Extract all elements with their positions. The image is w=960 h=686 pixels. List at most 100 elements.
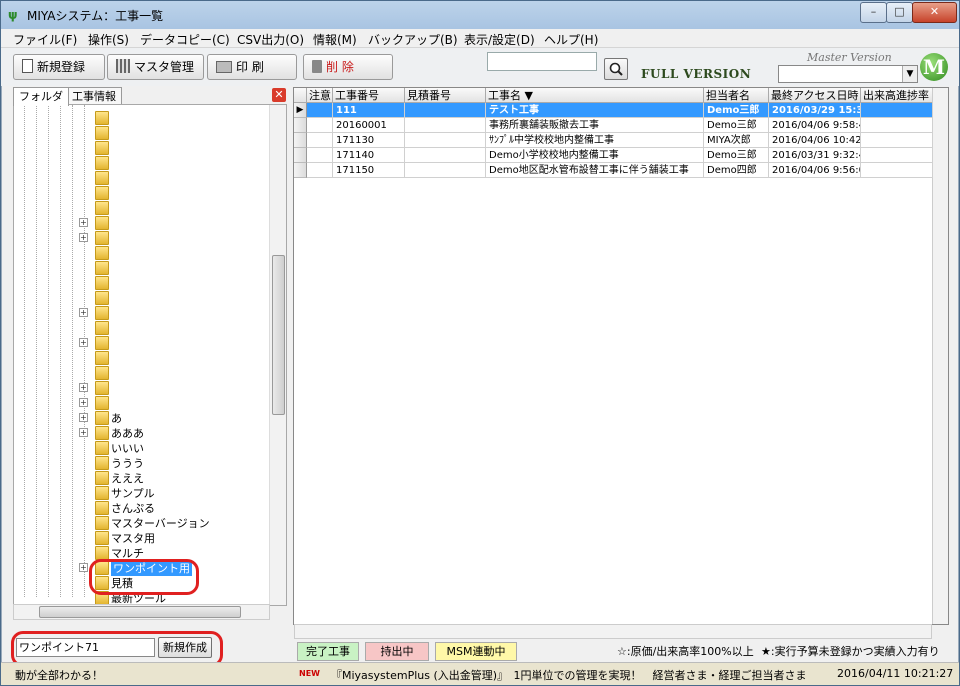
panel-close-icon[interactable]: ✕ [272, 88, 286, 102]
scroll-thumb[interactable] [272, 255, 285, 415]
column-header-construction-name[interactable]: 工事名 ▼ [486, 88, 704, 103]
cell-estimate-no[interactable] [405, 103, 486, 118]
current-row-arrow-icon[interactable]: ▶ [294, 103, 307, 118]
cell-last-access[interactable]: 2016/03/29 15:3 [769, 103, 861, 118]
column-header-progress[interactable]: 出来高進捗率 [861, 88, 933, 103]
delete-button[interactable]: 削 除 [303, 54, 393, 80]
expand-toggle-icon[interactable]: + [79, 383, 88, 392]
cell-estimate-no[interactable] [405, 133, 486, 148]
column-header-estimate-no[interactable]: 見積番号 [405, 88, 486, 103]
search-input[interactable] [487, 52, 597, 71]
legend-msm-linked: MSM連動中 [435, 642, 517, 661]
menu-view-settings[interactable]: 表示/設定(D) [464, 31, 535, 48]
cell-estimate-no[interactable] [405, 118, 486, 133]
expand-toggle-icon[interactable]: + [79, 563, 88, 572]
cell-estimate-no[interactable] [405, 148, 486, 163]
cell-person[interactable]: MIYA次郎 [704, 133, 769, 148]
cell-caution[interactable] [307, 148, 333, 163]
expand-toggle-icon[interactable]: + [79, 398, 88, 407]
cell-progress[interactable] [861, 163, 933, 178]
cell-construction-name[interactable]: Demo小学校校地内整備工事 [486, 148, 704, 163]
cell-caution[interactable] [307, 163, 333, 178]
cell-progress[interactable] [861, 118, 933, 133]
cell-construction-name[interactable]: Demo地区配水管布設替工事に伴う舗装工事 [486, 163, 704, 178]
folder-tree[interactable]: + + + + + + + あ + あああ いいい ううう えええ サンプル さんぷる マスターバージョン マス… [13, 104, 287, 606]
title-bar[interactable]: ψ MIYAシステム：工事一覧 – □ ✕ [1, 1, 959, 29]
column-header-person[interactable]: 担当者名 [704, 88, 769, 103]
column-header-construction-no[interactable]: 工事番号 [333, 88, 405, 103]
folder-icon [95, 111, 109, 125]
menu-file[interactable]: ファイル(F) [13, 31, 77, 48]
cell-estimate-no[interactable] [405, 163, 486, 178]
menu-csv-output[interactable]: CSV出力(O) [237, 31, 304, 48]
cell-caution[interactable] [307, 103, 333, 118]
cell-progress[interactable] [861, 148, 933, 163]
column-header-last-access[interactable]: 最終アクセス日時 [769, 88, 861, 103]
new-register-button[interactable]: 新規登録 [13, 54, 105, 80]
cell-person[interactable]: Demo三郎 [704, 118, 769, 133]
cell-caution[interactable] [307, 133, 333, 148]
table-horizontal-scrollbar[interactable] [294, 624, 932, 639]
minimize-button[interactable]: – [860, 2, 887, 23]
folder-icon [95, 216, 109, 230]
folder-icon [95, 126, 109, 140]
cell-construction-no[interactable]: 111 [333, 103, 405, 118]
chevron-down-icon[interactable]: ▼ [902, 66, 917, 82]
cell-construction-name[interactable]: テスト工事 [486, 103, 704, 118]
expand-toggle-icon[interactable]: + [79, 413, 88, 422]
master-management-button[interactable]: マスタ管理 [107, 54, 204, 80]
menu-backup[interactable]: バックアップ(B) [368, 31, 458, 48]
cell-construction-no[interactable]: 171130 [333, 133, 405, 148]
cell-construction-name[interactable]: ｻﾝﾌﾟﾙ中学校校地内整備工事 [486, 133, 704, 148]
cell-construction-name[interactable]: 事務所裏舗装販撤去工事 [486, 118, 704, 133]
menu-operation[interactable]: 操作(S) [88, 31, 129, 48]
cell-construction-no[interactable]: 171150 [333, 163, 405, 178]
menu-data-copy[interactable]: データコピー(C) [140, 31, 230, 48]
expand-toggle-icon[interactable]: + [79, 218, 88, 227]
cell-construction-no[interactable]: 171140 [333, 148, 405, 163]
row-header[interactable] [294, 118, 307, 133]
close-button[interactable]: ✕ [912, 2, 957, 23]
cell-last-access[interactable]: 2016/04/06 9:56:04 [769, 163, 861, 178]
folder-panel: フォルダ 工事情報 ✕ + + + + + + + あ + あああ いいい ううう えええ サンプル さんぷ… [11, 87, 289, 632]
row-header[interactable] [294, 133, 307, 148]
search-button[interactable] [604, 58, 628, 80]
cell-progress[interactable] [861, 103, 933, 118]
cell-construction-no[interactable]: 20160001 [333, 118, 405, 133]
scroll-thumb[interactable] [39, 606, 241, 618]
expand-toggle-icon[interactable]: + [79, 338, 88, 347]
tab-folder[interactable]: フォルダ [13, 87, 69, 106]
status-ticker: 『MiyasystemPlus (入出金管理)』 1円単位での管理を実現！ 経営… [331, 669, 807, 682]
print-button[interactable]: 印 刷 [207, 54, 297, 80]
menu-help[interactable]: ヘルプ(H) [544, 31, 598, 48]
legend-taken-out: 持出中 [365, 642, 429, 661]
version-select[interactable]: ▼ [778, 65, 918, 83]
maximize-button[interactable]: □ [886, 2, 913, 23]
menu-info[interactable]: 情報(M) [313, 31, 357, 48]
new-badge: NEW [299, 669, 320, 678]
folder-icon [95, 156, 109, 170]
print-label: 印 刷 [236, 60, 264, 74]
cell-last-access[interactable]: 2016/04/06 9:58:48 [769, 118, 861, 133]
folder-icon [95, 516, 109, 530]
row-header[interactable] [294, 148, 307, 163]
cell-caution[interactable] [307, 118, 333, 133]
row-header[interactable] [294, 163, 307, 178]
table-vertical-scrollbar[interactable] [932, 88, 948, 624]
cell-last-access[interactable]: 2016/03/31 9:32:40 [769, 148, 861, 163]
expand-toggle-icon[interactable]: + [79, 428, 88, 437]
cell-progress[interactable] [861, 133, 933, 148]
expand-toggle-icon[interactable]: + [79, 233, 88, 242]
document-icon [22, 59, 33, 73]
tab-construction-info[interactable]: 工事情報 [66, 87, 122, 105]
printer-icon [216, 61, 232, 73]
cell-person[interactable]: Demo四郎 [704, 163, 769, 178]
cell-person[interactable]: Demo三郎 [704, 148, 769, 163]
expand-toggle-icon[interactable]: + [79, 308, 88, 317]
row-header-corner [294, 88, 307, 103]
tree-vertical-scrollbar[interactable] [269, 105, 286, 605]
tree-horizontal-scrollbar[interactable] [13, 604, 270, 620]
cell-last-access[interactable]: 2016/04/06 10:42:3 [769, 133, 861, 148]
cell-person[interactable]: Demo三郎 [704, 103, 769, 118]
column-header-caution[interactable]: 注意 [307, 88, 333, 103]
